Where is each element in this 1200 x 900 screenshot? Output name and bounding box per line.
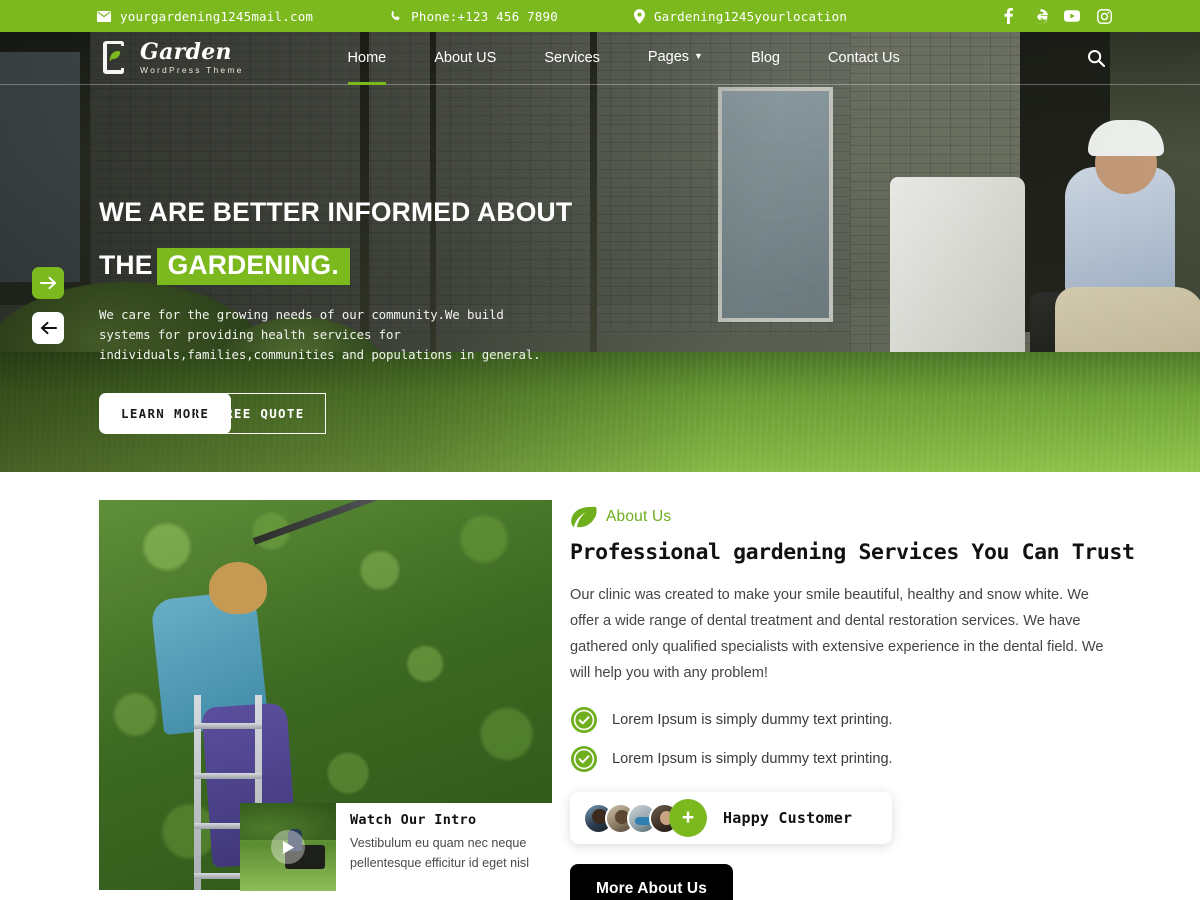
nav-label-home: Home [347, 49, 387, 66]
video-meta: Watch Our Intro Vestibulum eu quam nec n… [336, 803, 541, 891]
video-thumbnail[interactable] [240, 803, 336, 891]
topbar-email[interactable]: yourgardening1245mail.com [97, 9, 313, 24]
video-desc-line2: pellentesque efficitur id eget nisl [350, 856, 529, 870]
list-item-label: Lorem Ipsum is simply dummy text printin… [612, 712, 893, 728]
topbar-social-links [1000, 8, 1112, 24]
hero-buttons: LEARN MORE FREE QUOTE [99, 393, 639, 434]
hero-heading-line1: WE ARE BETTER INFORMED ABOUT [99, 197, 573, 227]
happy-customer-card: + Happy Customer [570, 792, 892, 844]
hero-slider: Garden WordPress Theme Home About US Ser… [0, 32, 1200, 472]
watch-intro-card[interactable]: Watch Our Intro Vestibulum eu quam nec n… [240, 803, 552, 891]
slider-navigation [32, 267, 64, 344]
nav-item-blog[interactable]: Blog [727, 32, 804, 85]
hero-paragraph-line1: We care for the growing needs of our com… [99, 307, 504, 322]
about-section: Watch Our Intro Vestibulum eu quam nec n… [0, 472, 1200, 900]
top-contact-bar: yourgardening1245mail.com Phone:+123 456… [0, 0, 1200, 32]
slider-prev-button[interactable] [32, 312, 64, 344]
nav-item-pages[interactable]: Pages ▼ [624, 32, 727, 85]
nav-label-blog: Blog [750, 49, 780, 66]
list-item: Lorem Ipsum is simply dummy text printin… [570, 745, 1130, 773]
logo-subtitle: WordPress Theme [140, 65, 244, 76]
about-feature-list: Lorem Ipsum is simply dummy text printin… [570, 706, 1130, 773]
hero-heading-line2-pre: THE [99, 250, 153, 280]
hero-content: WE ARE BETTER INFORMED ABOUT THE GARDENIN… [99, 192, 639, 434]
about-content: About Us Professional gardening Services… [570, 500, 1135, 900]
add-customer-button[interactable]: + [669, 799, 707, 837]
envelope-icon [97, 10, 111, 22]
topbar-phone[interactable]: Phone:+123 456 7890 [389, 9, 558, 24]
slider-next-button[interactable] [32, 267, 64, 299]
play-icon[interactable] [271, 830, 305, 864]
logo-name: Garden [140, 39, 232, 66]
nav-label-about-us: About US [434, 49, 497, 66]
youtube-icon[interactable] [1064, 8, 1080, 24]
video-description: Vestibulum eu quam nec neque pellentesqu… [350, 833, 529, 873]
about-eyebrow: About Us [570, 506, 1130, 528]
topbar-location-text: Gardening1245yourlocation [653, 8, 848, 24]
site-header: Garden WordPress Theme Home About US Ser… [0, 32, 1200, 85]
list-item: Lorem Ipsum is simply dummy text printin… [570, 706, 1130, 734]
about-body-text: Our clinic was created to make your smil… [570, 587, 1104, 681]
nav-label-contact-us: Contact Us [828, 49, 900, 66]
nav-label-services: Services [544, 49, 600, 66]
topbar-phone-text: Phone:+123 456 7890 [411, 8, 558, 24]
nav-item-about-us[interactable]: About US [410, 32, 520, 85]
hero-heading: WE ARE BETTER INFORMED ABOUT THE GARDENIN… [99, 192, 639, 285]
video-desc-line1: Vestibulum eu quam nec neque [350, 836, 527, 850]
chevron-down-icon: ▼ [694, 51, 703, 61]
about-image-wrapper: Watch Our Intro Vestibulum eu quam nec n… [99, 500, 552, 891]
hero-paragraph-line2: systems for providing health services fo… [99, 327, 401, 342]
map-pin-icon [633, 8, 645, 24]
instagram-icon[interactable] [1096, 8, 1112, 24]
google-icon[interactable] [1032, 8, 1048, 24]
phone-icon [389, 10, 402, 23]
nav-label-pages: Pages [647, 49, 690, 65]
topbar-location[interactable]: Gardening1245yourlocation [633, 8, 848, 24]
about-title: Professional gardening Services You Can … [570, 540, 1135, 565]
leaf-icon [570, 506, 597, 528]
check-circle-icon [570, 706, 598, 734]
list-item-label: Lorem Ipsum is simply dummy text printin… [612, 751, 893, 767]
video-title: Watch Our Intro [350, 812, 477, 828]
happy-customer-label: Happy Customer [723, 809, 853, 827]
nav-item-home[interactable]: Home [324, 32, 411, 85]
site-logo[interactable]: Garden WordPress Theme [99, 40, 244, 76]
hero-paragraph-line3: individuals,families,communities and pop… [99, 347, 541, 362]
topbar-email-text: yourgardening1245mail.com [120, 8, 314, 24]
search-icon[interactable] [1085, 47, 1107, 69]
nav-item-services[interactable]: Services [520, 32, 624, 85]
hero-paragraph: We care for the growing needs of our com… [99, 305, 639, 365]
leaf-logo-icon [99, 40, 133, 76]
customer-avatars: + [583, 799, 707, 837]
facebook-icon[interactable] [1000, 8, 1016, 24]
nav-item-contact-us[interactable]: Contact Us [804, 32, 924, 85]
free-quote-button[interactable]: FREE QUOTE [195, 393, 326, 434]
main-navigation: Home About US Services Pages ▼ Blog Conta… [324, 32, 924, 85]
about-eyebrow-text: About Us [606, 508, 672, 525]
check-circle-icon [570, 745, 598, 773]
hero-heading-highlight: GARDENING. [156, 248, 350, 285]
more-about-us-button[interactable]: More About Us [570, 864, 733, 900]
